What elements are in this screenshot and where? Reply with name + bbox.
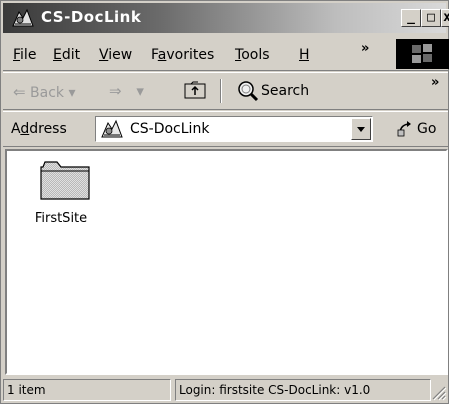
status-item-count: 1 item xyxy=(3,379,171,401)
menu-edit[interactable]: Edit xyxy=(53,47,80,63)
menu-tools[interactable]: Tools xyxy=(235,47,270,63)
search-button-label[interactable]: Search xyxy=(261,83,309,99)
folder-icon xyxy=(40,161,90,200)
menu-help[interactable]: H xyxy=(299,47,309,63)
standard-toolbar: ⇐ Back ▾ ⇒ ▾ Search » xyxy=(3,72,448,110)
up-folder-icon[interactable] xyxy=(184,81,206,99)
status-info: Login: firstsite CS-DocLink: v1.0 xyxy=(175,379,431,401)
back-label: Back xyxy=(30,85,65,101)
status-bar: 1 item Login: firstsite CS-DocLink: v1.0 xyxy=(3,379,448,403)
maximize-button[interactable]: □ xyxy=(421,9,441,27)
address-value: CS-DocLink xyxy=(130,121,210,137)
window-title: CS-DocLink xyxy=(41,8,142,26)
go-label: Go xyxy=(417,121,437,137)
windows-logo-icon xyxy=(396,39,449,69)
title-bar[interactable]: CS-DocLink _ □ x xyxy=(3,3,449,33)
forward-dropdown-icon[interactable]: ▾ xyxy=(136,82,144,100)
search-icon[interactable] xyxy=(235,79,261,103)
back-dropdown-icon[interactable]: ▾ xyxy=(68,85,75,101)
toolbar-separator xyxy=(220,79,222,103)
file-list-view[interactable]: FirstSite xyxy=(5,149,448,375)
minimize-button[interactable]: _ xyxy=(401,9,421,27)
back-button[interactable]: ⇐ Back ▾ xyxy=(13,83,76,101)
toolbar-overflow-chevron[interactable]: » xyxy=(431,75,439,90)
close-button[interactable]: x xyxy=(441,9,449,27)
menu-overflow-chevron[interactable]: » xyxy=(361,41,369,56)
forward-button[interactable]: ⇒ ▾ xyxy=(109,82,144,100)
explorer-window: CS-DocLink _ □ x File Edit View Favorite… xyxy=(0,0,449,404)
menu-view[interactable]: View xyxy=(99,47,132,63)
list-item[interactable]: FirstSite xyxy=(21,159,101,229)
file-name: FirstSite xyxy=(34,211,88,226)
resize-grip-icon[interactable] xyxy=(431,383,447,401)
doclink-icon xyxy=(101,119,123,138)
menu-bar: File Edit View Favorites Tools H » xyxy=(3,37,449,71)
address-bar: Address CS-DocLink Go xyxy=(3,111,448,147)
forward-arrow-icon: ⇒ xyxy=(109,82,122,100)
go-button[interactable]: Go xyxy=(395,118,449,142)
menu-favorites[interactable]: Favorites xyxy=(151,47,214,63)
address-dropdown-button[interactable] xyxy=(351,118,371,140)
go-arrow-icon xyxy=(397,121,411,137)
address-input[interactable]: CS-DocLink xyxy=(95,116,373,142)
back-arrow-icon: ⇐ xyxy=(13,83,26,101)
menu-file[interactable]: File xyxy=(13,47,36,63)
doclink-icon xyxy=(12,8,34,27)
address-label: Address xyxy=(11,121,67,137)
